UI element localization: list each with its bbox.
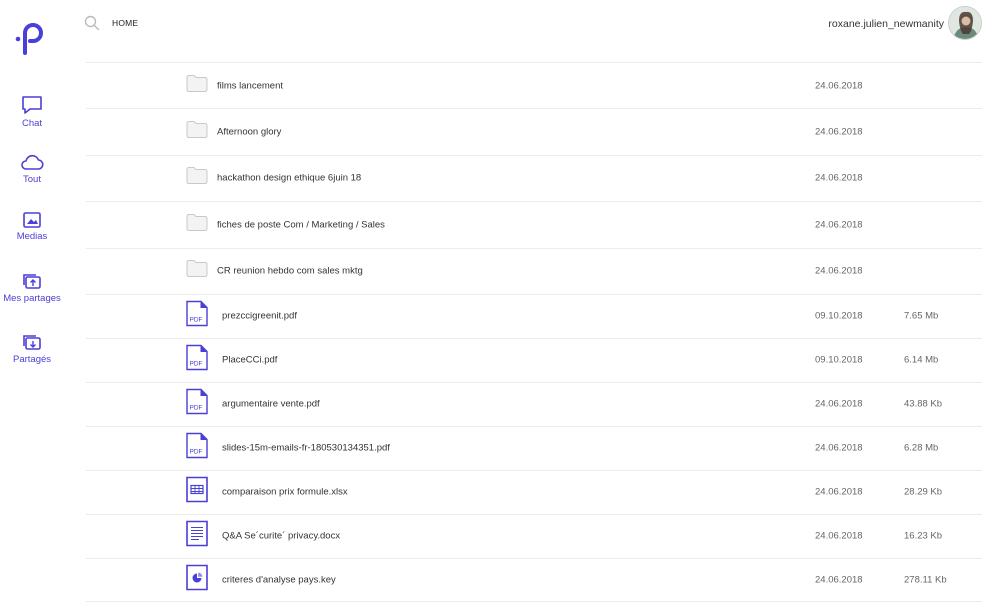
file-name[interactable]: Q&A Se´curite´ privacy.docx — [222, 531, 340, 542]
file-type-icon — [186, 521, 208, 552]
chat-bubble-icon — [22, 96, 42, 114]
sidebar-item-label: Partagés — [12, 354, 52, 365]
folder-icon — [186, 121, 208, 139]
sidebar-item-chat[interactable]: Chat — [0, 95, 64, 129]
file-row[interactable]: PDF PlaceCCi.pdf 09.10.2018 6.14 Mb — [86, 337, 982, 382]
folder-row[interactable]: CR reunion hebdo com sales mktg 24.06.201… — [86, 247, 982, 294]
file-date: 09.10.2018 — [815, 310, 863, 322]
file-type-icon: PDF — [186, 301, 208, 332]
file-type-icon — [186, 213, 208, 236]
spreadsheet-file-icon — [186, 477, 208, 503]
svg-text:PDF: PDF — [190, 449, 203, 456]
file-row[interactable]: PDF prezccigreenit.pdf 09.10.2018 7.65 Mb — [86, 293, 982, 338]
breadcrumb[interactable]: HOME — [112, 18, 138, 28]
file-date: 24.06.2018 — [815, 80, 863, 92]
file-row[interactable]: PDF slides-15m-emails-fr-180530134351.pdf… — [86, 425, 982, 470]
file-size: 6.14 Mb — [904, 354, 939, 366]
file-type-icon: PDF — [186, 389, 208, 420]
share-upload-icon — [23, 274, 41, 289]
file-type-icon — [186, 121, 208, 144]
file-size: 6.28 Mb — [904, 442, 939, 454]
file-row[interactable]: criteres d'analyse pays.key 24.06.2018 278… — [86, 557, 982, 602]
file-type-icon — [186, 477, 208, 508]
document-file-icon — [186, 521, 208, 547]
file-name[interactable]: prezccigreenit.pdf — [222, 311, 297, 322]
cloud-icon — [21, 154, 44, 170]
file-row[interactable]: Q&A Se´curite´ privacy.docx 24.06.2018 16.… — [86, 513, 982, 558]
file-date: 24.06.2018 — [815, 398, 863, 410]
pdf-file-icon: PDF — [186, 433, 208, 459]
folder-icon — [186, 260, 208, 278]
svg-text:PDF: PDF — [190, 361, 203, 368]
topbar: HOME roxane.julien_newmanity — [62, 0, 984, 48]
file-date: 24.06.2018 — [815, 172, 863, 184]
folder-icon — [186, 167, 208, 185]
file-date: 24.06.2018 — [815, 574, 863, 586]
folder-row[interactable]: hackathon design ethique 6juin 18 24.06.2… — [86, 154, 982, 201]
file-date: 24.06.2018 — [815, 126, 863, 138]
file-size: 16.23 Kb — [904, 530, 943, 542]
pdf-file-icon: PDF — [186, 301, 208, 327]
sidebar-item-label: Medias — [16, 231, 48, 242]
image-icon — [23, 212, 41, 228]
svg-text:PDF: PDF — [190, 405, 203, 412]
file-date: 24.06.2018 — [815, 265, 863, 277]
file-name[interactable]: comparaison prix formule.xlsx — [222, 487, 348, 498]
avatar[interactable] — [948, 6, 982, 40]
sidebar-item-medias[interactable]: Medias — [0, 212, 64, 242]
folder-icon — [186, 213, 208, 231]
folder-icon — [186, 74, 208, 92]
search-icon[interactable] — [84, 15, 100, 31]
folder-row[interactable]: Afternoon glory 24.06.2018 — [86, 108, 982, 154]
file-size: 278.11 Kb — [904, 574, 947, 586]
pdf-file-icon: PDF — [186, 389, 208, 415]
share-download-icon — [23, 335, 41, 350]
file-name[interactable]: criteres d'analyse pays.key — [222, 574, 336, 585]
file-row[interactable]: comparaison prix formule.xlsx 24.06.2018 2… — [86, 469, 982, 514]
file-name[interactable]: fiches de poste Com / Marketing / Sales — [217, 219, 385, 230]
file-size: 43.88 Kb — [904, 398, 943, 410]
sidebar-item-mes-partages[interactable]: Mes partages — [0, 272, 64, 304]
file-date: 24.06.2018 — [815, 442, 863, 454]
presentation-file-icon — [186, 564, 208, 591]
sidebar-item-label: Chat — [21, 118, 43, 129]
pdf-file-icon: PDF — [186, 345, 208, 371]
file-name[interactable]: slides-15m-emails-fr-180530134351.pdf — [222, 443, 390, 454]
user-avatar-image — [949, 7, 981, 39]
file-name[interactable]: films lancement — [217, 80, 283, 91]
sidebar-item-tout[interactable]: Tout — [0, 152, 64, 185]
file-type-icon — [186, 167, 208, 190]
file-type-icon — [186, 74, 208, 97]
file-size: 7.65 Mb — [904, 310, 939, 322]
file-name[interactable]: Afternoon glory — [217, 127, 281, 138]
folder-row[interactable]: fiches de poste Com / Marketing / Sales 2… — [86, 201, 982, 247]
file-type-icon: PDF — [186, 345, 208, 376]
file-date: 09.10.2018 — [815, 354, 863, 366]
file-date: 24.06.2018 — [815, 530, 863, 542]
file-type-icon — [186, 564, 208, 595]
file-date: 24.06.2018 — [815, 486, 863, 498]
sidebar-item-partages[interactable]: Partagés — [0, 333, 64, 365]
username[interactable]: roxane.julien_newmanity — [828, 18, 944, 30]
sidebar: Chat Tout Medias Mes partages Partagés — [0, 0, 62, 604]
file-row[interactable]: PDF argumentaire vente.pdf 24.06.2018 43.88… — [86, 381, 982, 426]
file-name[interactable]: hackathon design ethique 6juin 18 — [217, 173, 361, 184]
svg-text:PDF: PDF — [190, 317, 203, 324]
file-list: films lancement 24.06.2018 Afternoon glory… — [86, 62, 982, 602]
file-date: 24.06.2018 — [815, 219, 863, 231]
sidebar-item-label: Tout — [23, 174, 41, 185]
file-name[interactable]: CR reunion hebdo com sales mktg — [217, 266, 363, 277]
file-type-icon — [186, 260, 208, 283]
app-logo[interactable] — [15, 22, 47, 56]
file-size: 28.29 Kb — [904, 486, 943, 498]
file-name[interactable]: argumentaire vente.pdf — [222, 399, 320, 410]
sidebar-item-label: Mes partages — [3, 293, 61, 304]
file-type-icon: PDF — [186, 433, 208, 464]
folder-row[interactable]: films lancement 24.06.2018 — [86, 62, 982, 108]
file-name[interactable]: PlaceCCi.pdf — [222, 355, 277, 366]
